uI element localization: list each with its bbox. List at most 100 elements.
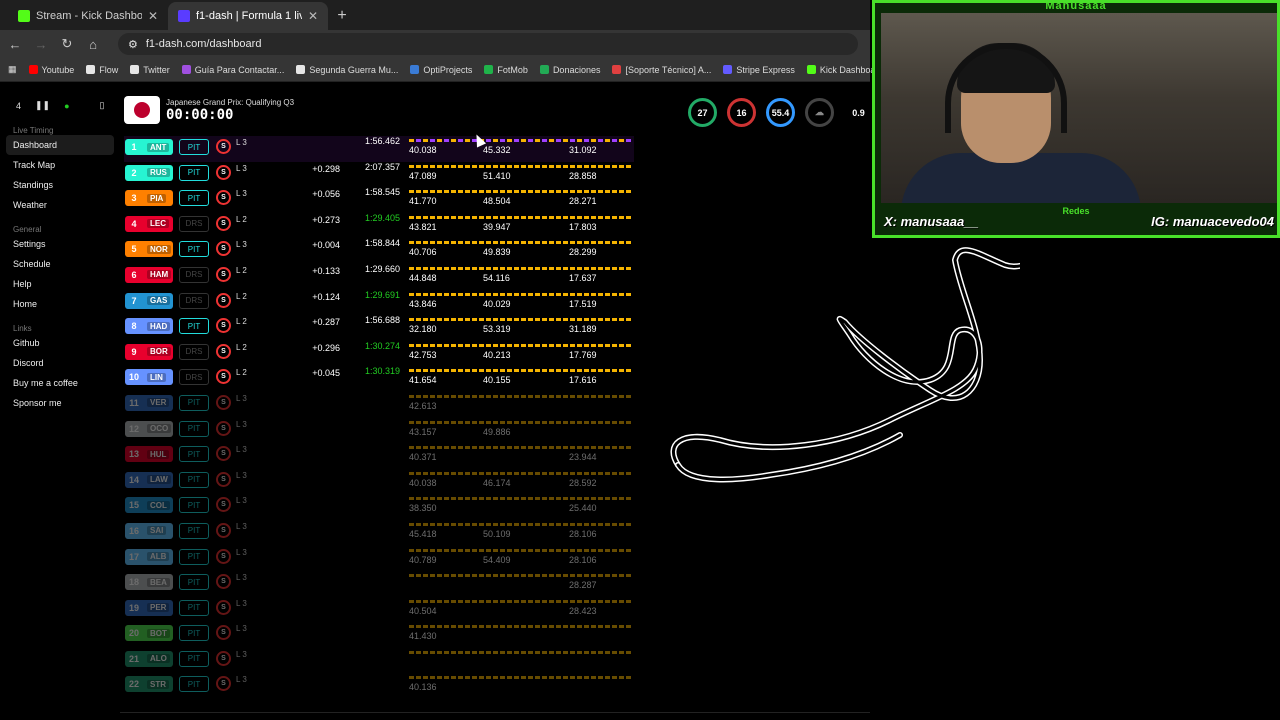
sidebar-item-settings[interactable]: Settings	[0, 234, 118, 254]
driver-row[interactable]: 15 COL PIT S L 3 38.350 25.440	[124, 494, 634, 520]
sector-2: 51.410	[483, 170, 511, 181]
driver-row[interactable]: 10 LIN DRS S L 2 +0.045 1:30.319 41.654 40.155 17…	[124, 366, 634, 392]
driver-row[interactable]: 11 VER PIT S L 3 42.613	[124, 392, 634, 418]
tab-title: Stream - Kick Dashboard	[36, 10, 142, 22]
soft-tyre-icon: S	[216, 343, 231, 359]
bookmark-label: Segunda Guerra Mu...	[309, 64, 399, 75]
pause-icon[interactable]: ❚❚	[35, 100, 50, 111]
driver-row[interactable]: 7 GAS DRS S L 2 +0.124 1:29.691 43.846 40.029 17.…	[124, 290, 634, 316]
bookmark-item[interactable]: Flow	[86, 65, 118, 75]
sidebar-item-sponsor-me[interactable]: Sponsor me	[0, 393, 118, 413]
bookmark-item[interactable]: [Soporte Técnico] A...	[612, 65, 711, 75]
position: 15	[128, 500, 139, 511]
lap-info: L 2	[236, 265, 247, 275]
mini-sectors	[409, 471, 631, 475]
bookmark-item[interactable]: Stripe Express	[723, 65, 795, 75]
sector-2: 45.332	[483, 145, 511, 155]
sidebar-item-weather[interactable]: Weather	[0, 195, 118, 215]
home-icon[interactable]: ⌂	[86, 37, 100, 52]
bookmark-item[interactable]: Youtube	[28, 65, 74, 75]
driver-row[interactable]: 9 BOR DRS S L 2 +0.296 1:30.274 42.753 40.213 17.…	[124, 341, 634, 367]
driver-row[interactable]: 12 OCO PIT S L 3 43.157 49.886	[124, 418, 634, 444]
weather-gauges: 27 16 55.4 ☁ 0.9	[688, 98, 873, 127]
sidebar-item-home[interactable]: Home	[0, 294, 118, 314]
mini-sectors	[409, 676, 631, 680]
sidebar-item-schedule[interactable]: Schedule	[0, 254, 118, 274]
tab-kick-dashboard[interactable]: Stream - Kick Dashboard ✕	[8, 2, 168, 30]
close-icon[interactable]: ✕	[308, 9, 318, 23]
driver-row[interactable]: 1 ANT PIT S L 3 1:56.462 40.038 45.332 31.092	[124, 136, 634, 162]
pit-drs-indicator: PIT	[179, 318, 209, 335]
sidebar-item-help[interactable]: Help	[0, 274, 118, 294]
sidebar-item-track-map[interactable]: Track Map	[0, 155, 118, 175]
position: 4	[131, 218, 137, 229]
driver-row[interactable]: 20 BOT PIT S L 3 41.430	[124, 622, 634, 648]
bookmark-item[interactable]: Twitter	[130, 65, 170, 75]
driver-row[interactable]: 18 BEA PIT S L 3 28.287	[124, 571, 634, 597]
soft-tyre-icon: S	[216, 471, 231, 487]
address-bar[interactable]: ⚙ f1-dash.com/dashboard	[118, 33, 858, 55]
driver-tag: 1 ANT	[125, 139, 173, 155]
reload-icon[interactable]: ↻	[60, 36, 74, 52]
bookmark-item[interactable]: OptiProjects	[410, 65, 472, 75]
lap-info: L 3	[236, 240, 247, 250]
driver-tag: 6 HAM	[125, 266, 173, 283]
sidebar-item-github[interactable]: Github	[0, 333, 118, 353]
mini-sectors	[409, 522, 631, 526]
driver-tag: 13 HUL	[125, 446, 173, 463]
driver-row[interactable]: 16 SAI PIT S L 3 45.418 50.109 28.106	[124, 520, 634, 546]
driver-row[interactable]: 3 PIA PIT S L 3 +0.056 1:58.545 41.770 48.504 28.…	[124, 187, 634, 213]
sidebar-item-standings[interactable]: Standings	[0, 175, 118, 195]
driver-row[interactable]: 8 HAD PIT S L 2 +0.287 1:56.688 32.180 53.319 31.…	[124, 315, 634, 341]
sector-2: 40.155	[483, 375, 511, 386]
driver-row[interactable]: 19 PER PIT S L 3 40.504 28.423	[124, 597, 634, 623]
apps-icon[interactable]: ▦	[8, 64, 17, 75]
sector-1: 40.371	[409, 452, 437, 463]
driver-row[interactable]: 14 LAW PIT S L 3 40.038 46.174 28.592	[124, 469, 634, 495]
tab-title: f1-dash | Formula 1 live timing	[196, 10, 302, 22]
sector-1: 40.136	[409, 682, 437, 693]
tab-f1-dash[interactable]: f1-dash | Formula 1 live timing ✕	[168, 2, 328, 30]
air-temp-gauge: 16	[727, 98, 756, 127]
sidebar-item-discord[interactable]: Discord	[0, 353, 118, 373]
delay-value[interactable]: 4	[16, 101, 21, 111]
site-info-icon[interactable]: ⚙	[128, 38, 138, 51]
sectors: 44.848 54.116 17.637	[409, 264, 631, 288]
driver-row[interactable]: 5 NOR PIT S L 3 +0.004 1:58.844 40.706 49.839 28.…	[124, 238, 634, 264]
bookmark-item[interactable]: Donaciones	[539, 65, 600, 75]
driver-row[interactable]: 13 HUL PIT S L 3 40.371 23.944	[124, 443, 634, 469]
position: 19	[128, 602, 139, 613]
driver-row[interactable]: 21 ALO PIT S L 3	[124, 648, 634, 674]
gap-value: +0.004	[312, 240, 340, 251]
lap-info: L 3	[236, 138, 247, 147]
new-tab-button[interactable]: +	[328, 2, 356, 30]
back-icon[interactable]: ←	[8, 37, 22, 52]
bookmark-item[interactable]: FotMob	[484, 65, 528, 75]
lap-time: 1:29.660	[364, 263, 400, 274]
webcam-video	[881, 13, 1277, 203]
driver-row[interactable]: 4 LEC DRS S L 2 +0.273 1:29.405 43.821 39.947 17.…	[124, 213, 634, 239]
sidebar-item-buy-me-a-coffee[interactable]: Buy me a coffee	[0, 373, 118, 393]
sidebar-item-dashboard[interactable]: Dashboard	[6, 135, 114, 155]
forward-icon[interactable]: →	[34, 37, 48, 52]
driver-row[interactable]: 17 ALB PIT S L 3 40.789 54.409 28.106	[124, 546, 634, 572]
bookmark-icon	[612, 65, 622, 74]
bookmark-icon	[484, 65, 494, 74]
gap-value: +0.045	[312, 368, 340, 379]
japan-flag-icon	[124, 96, 160, 124]
bookmark-label: OptiProjects	[423, 64, 473, 75]
mini-sectors	[409, 292, 631, 296]
bookmark-item[interactable]: Segunda Guerra Mu...	[296, 65, 398, 75]
driver-row[interactable]: 2 RUS PIT S L 3 +0.298 2:07.357 47.089 51.410 28.…	[124, 162, 634, 188]
driver-code: HUL	[147, 449, 170, 459]
driver-row[interactable]: 22 STR PIT S L 3 40.136	[124, 673, 634, 699]
bookmark-item[interactable]: Guía Para Contactar...	[181, 65, 284, 75]
close-icon[interactable]: ✕	[148, 9, 158, 23]
soft-tyre-icon: S	[216, 650, 231, 666]
driver-row[interactable]: 6 HAM DRS S L 2 +0.133 1:29.660 44.848 54.116 17.…	[124, 264, 634, 290]
bookmark-icon	[28, 65, 38, 74]
lap-info: L 2	[236, 214, 247, 224]
sidebar-toggle-icon[interactable]: ▯	[100, 100, 105, 111]
bookmark-icon	[130, 65, 140, 74]
timing-table: 1 ANT PIT S L 3 1:56.462 40.038 45.332 31.092 2 RU…	[124, 136, 634, 699]
